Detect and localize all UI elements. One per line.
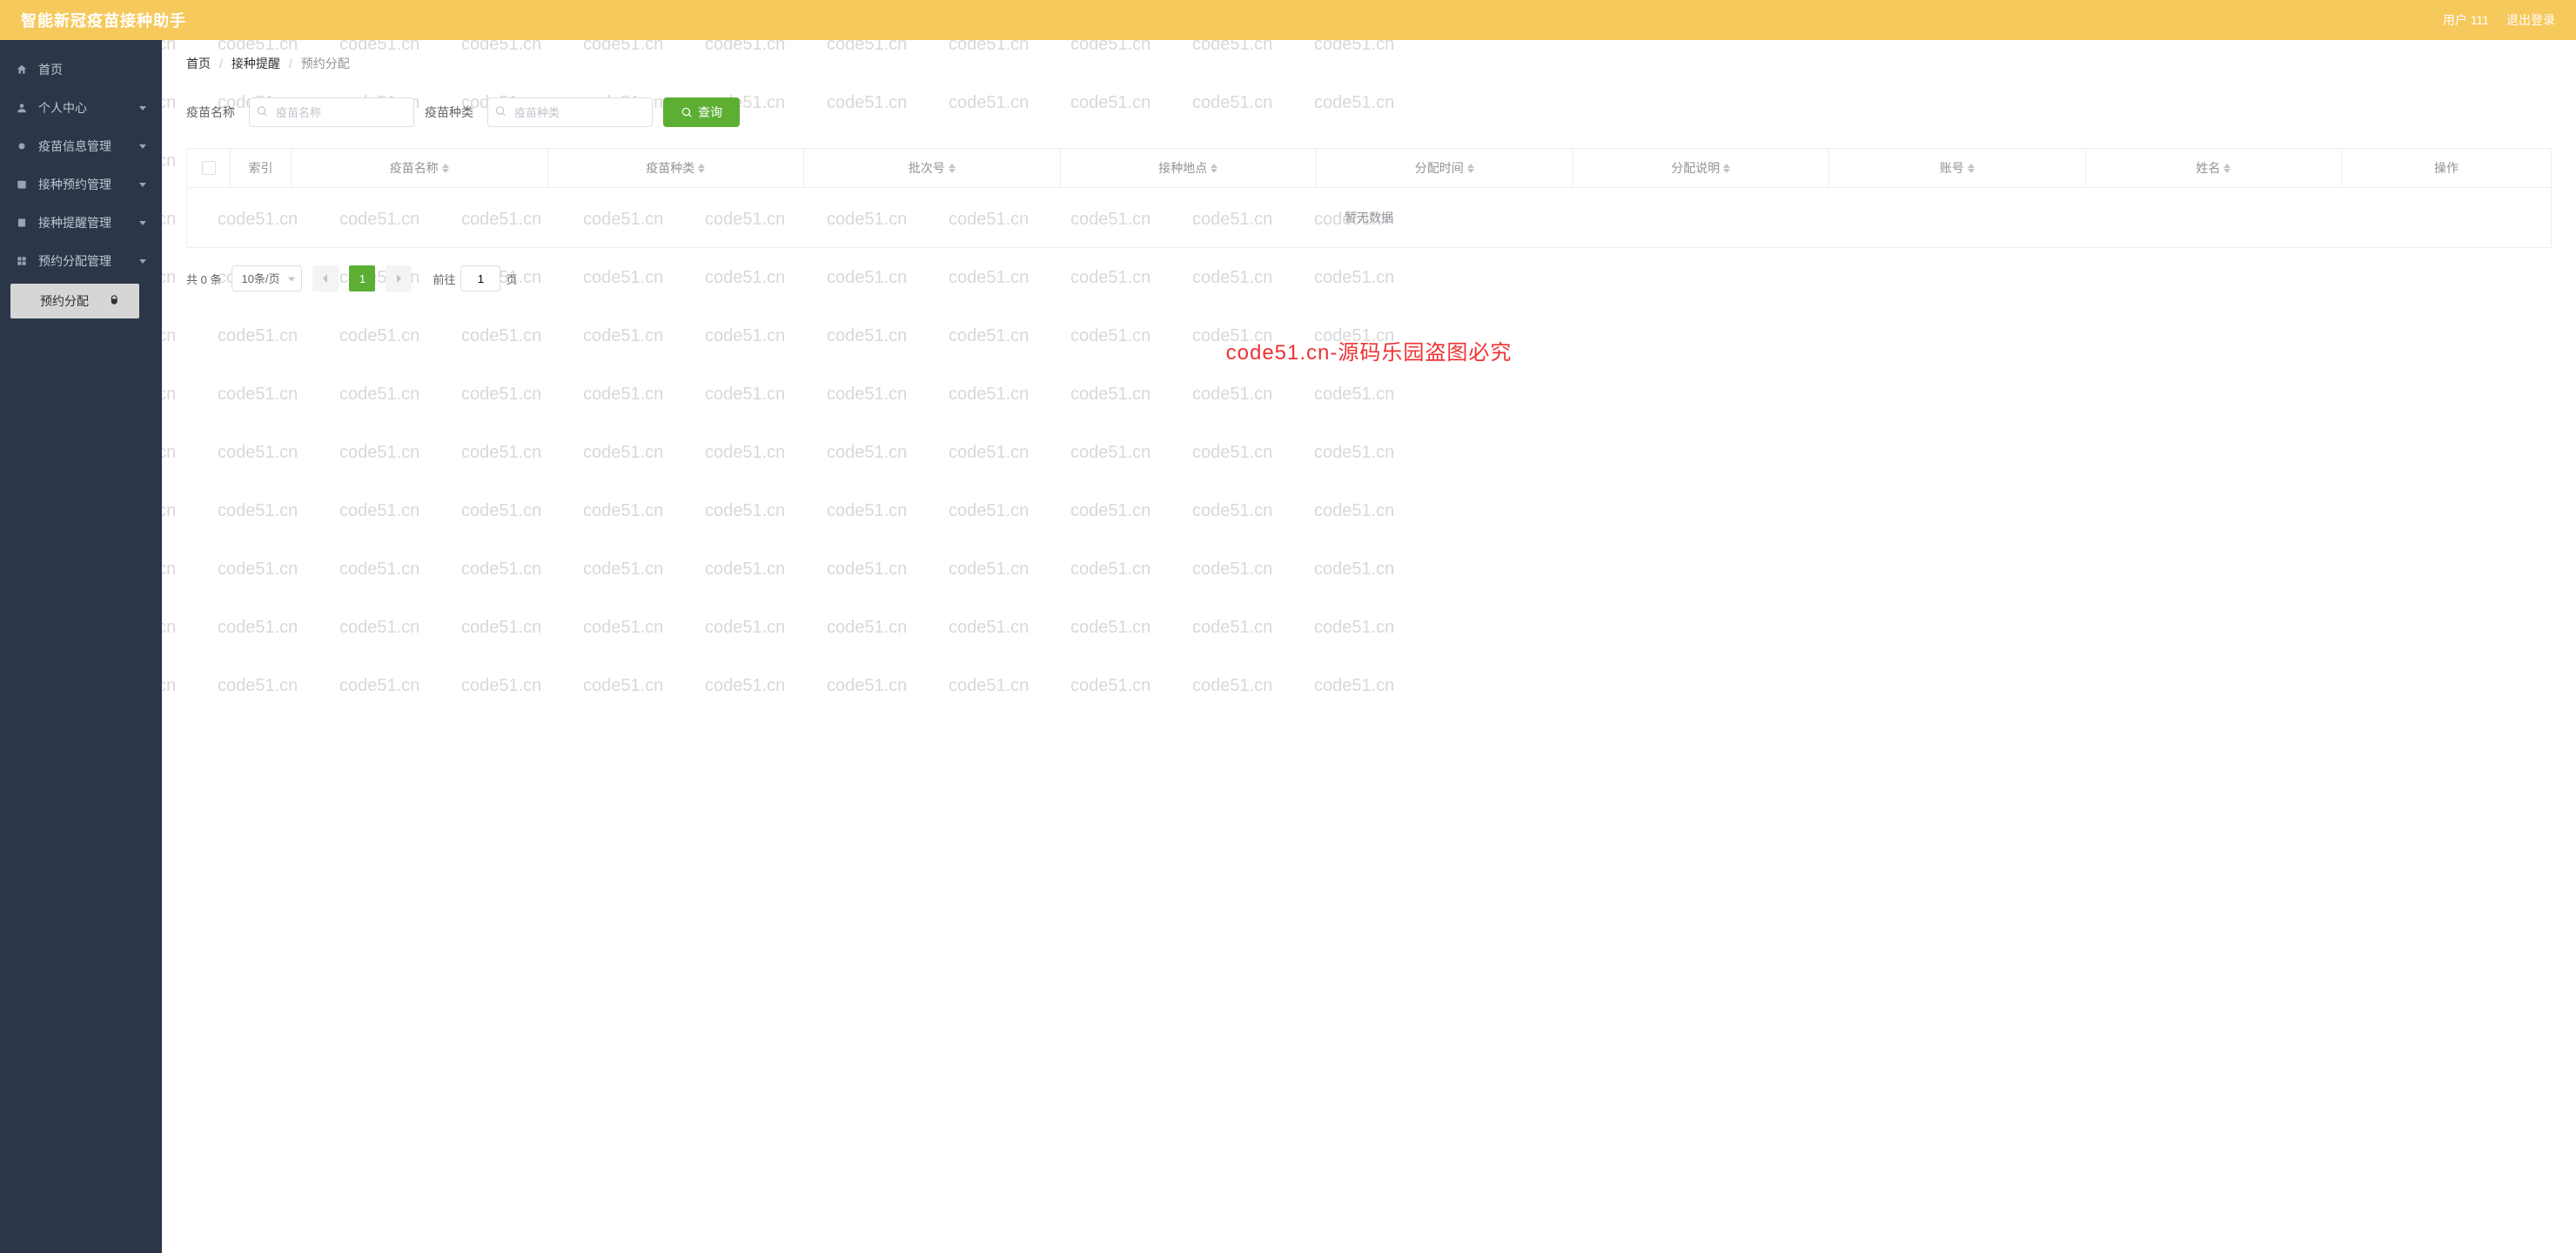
table-header-time[interactable]: 分配时间: [1317, 149, 1573, 187]
user-label[interactable]: 用户 111: [2443, 11, 2489, 29]
search-type-label: 疫苗种类: [425, 104, 473, 121]
sidebar-subitem-allocation[interactable]: 预约分配: [10, 284, 139, 318]
sort-icon: [2224, 164, 2231, 173]
search-type-input[interactable]: [487, 97, 653, 127]
table-header-index[interactable]: 索引: [231, 149, 292, 187]
calendar-icon: [16, 178, 28, 191]
search-bar: 疫苗名称 疫苗种类 查询: [162, 87, 2576, 148]
sidebar-item-label: 个人中心: [38, 99, 87, 117]
search-icon: [681, 106, 693, 118]
list-icon: [16, 217, 28, 229]
logout-link[interactable]: 退出登录: [2506, 11, 2555, 29]
sort-icon: [698, 164, 705, 173]
grid-icon: [16, 255, 28, 267]
breadcrumb-item: 预约分配: [301, 55, 350, 72]
sidebar-item-label: 接种预约管理: [38, 176, 111, 193]
home-icon: [16, 64, 28, 76]
table-header-checkbox: [187, 149, 231, 187]
pager-jump-suffix: 页: [506, 271, 517, 287]
vaccine-icon: [16, 140, 28, 152]
sidebar-item-label: 疫苗信息管理: [38, 137, 111, 155]
search-icon: [494, 105, 506, 120]
pagination: 共 0 条 10条/页 1 前往 页: [162, 248, 2576, 309]
pager-total: 共 0 条: [186, 271, 221, 287]
pager-size-select[interactable]: 10条/页: [231, 265, 302, 291]
breadcrumb-item[interactable]: 首页: [186, 55, 211, 72]
sidebar-item-label: 预约分配管理: [38, 252, 111, 270]
pager-page-1[interactable]: 1: [349, 265, 375, 291]
table-header-batch[interactable]: 批次号: [804, 149, 1061, 187]
breadcrumb: 首页 / 接种提醒 / 预约分配: [162, 40, 2576, 87]
sort-icon: [442, 164, 449, 173]
overlay-text: code51.cn-源码乐园盗图必究: [162, 335, 2576, 365]
table-header-account[interactable]: 账号: [1829, 149, 2086, 187]
sidebar-item-appointment[interactable]: 接种预约管理: [0, 165, 162, 204]
sidebar-subitem-label: 预约分配: [40, 292, 89, 310]
table-header-username[interactable]: 姓名: [2086, 149, 2343, 187]
sidebar-item-label: 首页: [38, 61, 63, 78]
cursor-icon: [110, 294, 122, 309]
search-name-label: 疫苗名称: [186, 104, 235, 121]
table-empty-text: 暂无数据: [187, 188, 2551, 247]
search-name-input[interactable]: [249, 97, 414, 127]
pager-jump-prefix: 前往: [433, 271, 455, 287]
sidebar-item-label: 接种提醒管理: [38, 214, 111, 231]
search-button[interactable]: 查询: [663, 97, 740, 127]
sidebar-item-home[interactable]: 首页: [0, 50, 162, 89]
pager-next-button[interactable]: [386, 265, 412, 291]
sidebar-item-vaccine-info[interactable]: 疫苗信息管理: [0, 127, 162, 165]
sidebar-item-allocation[interactable]: 预约分配管理: [0, 242, 162, 280]
sidebar-item-reminder[interactable]: 接种提醒管理: [0, 204, 162, 242]
sidebar-item-profile[interactable]: 个人中心: [0, 89, 162, 127]
app-title: 智能新冠疫苗接种助手: [21, 9, 186, 31]
table-header-action: 操作: [2342, 149, 2551, 187]
table-header-location[interactable]: 接种地点: [1061, 149, 1318, 187]
table-header-type[interactable]: 疫苗种类: [548, 149, 805, 187]
pager-jump-input[interactable]: [460, 265, 500, 291]
breadcrumb-item[interactable]: 接种提醒: [231, 55, 280, 72]
user-icon: [16, 102, 28, 114]
select-all-checkbox[interactable]: [202, 161, 216, 175]
sort-icon: [1467, 164, 1474, 173]
sort-icon: [1723, 164, 1730, 173]
pager-prev-button[interactable]: [312, 265, 339, 291]
table-header-desc[interactable]: 分配说明: [1573, 149, 1830, 187]
sort-icon: [1968, 164, 1975, 173]
sort-icon: [1211, 164, 1218, 173]
search-icon: [256, 105, 268, 120]
table-header-name[interactable]: 疫苗名称: [292, 149, 548, 187]
sidebar: 首页 个人中心 疫苗信息管理 接种预约管理 接种提醒管理 预约分配管理 预约分配: [0, 40, 162, 1253]
data-table: 索引 疫苗名称 疫苗种类 批次号 接种地点: [186, 148, 2552, 248]
sort-icon: [949, 164, 956, 173]
